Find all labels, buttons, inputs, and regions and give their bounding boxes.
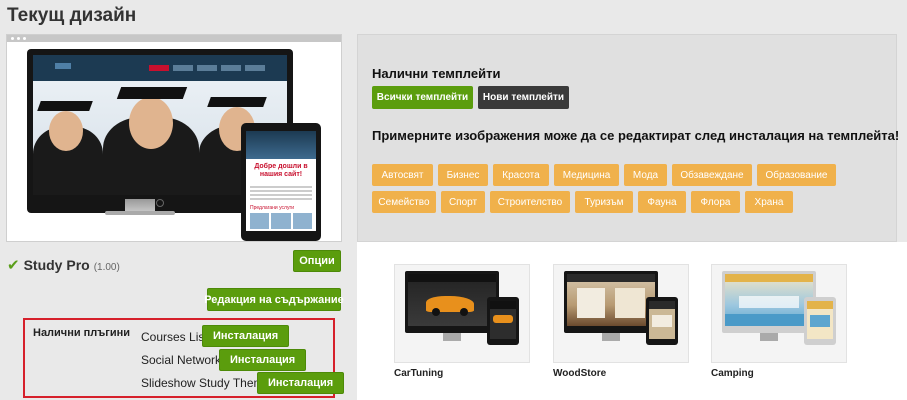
install-plugin-button[interactable]: Инсталация <box>202 325 290 347</box>
template-name[interactable]: CarTuning <box>394 368 443 379</box>
check-icon: ✔ <box>7 257 20 274</box>
design-title: Study Pro <box>23 257 90 273</box>
plugin-name: Slideshow Study Theme <box>141 376 271 390</box>
site-nav-bar <box>33 55 287 81</box>
template-name[interactable]: Camping <box>711 368 754 379</box>
options-button[interactable]: Опции <box>293 250 341 272</box>
template-name[interactable]: WoodStore <box>553 368 606 379</box>
preview-window-bar <box>7 35 341 42</box>
template-gallery: CarTuning WoodStore Camping <box>357 242 907 400</box>
new-templates-button[interactable]: Нови темплейти <box>478 86 569 109</box>
current-design-preview: Добре дошли в нашия сайт! Предлагани усл… <box>6 34 342 242</box>
plugin-name: Courses List <box>141 330 208 344</box>
category-tag[interactable]: Строителство <box>490 191 570 213</box>
category-tag[interactable]: Медицина <box>554 164 619 186</box>
power-icon <box>156 199 164 207</box>
tablet-mockup: Добре дошли в нашия сайт! Предлагани усл… <box>241 123 321 241</box>
category-tag[interactable]: Обзавеждане <box>672 164 752 186</box>
templates-note: Примерните изображения може да се редакт… <box>372 128 900 143</box>
page-title: Текущ дизайн <box>7 5 137 26</box>
available-plugins-box: Налични плъгини Courses List Инсталация … <box>23 318 345 398</box>
current-design-name: ✔ Study Pro (1.00) <box>7 256 120 274</box>
category-tag[interactable]: Красота <box>493 164 549 186</box>
category-tag[interactable]: Туризъм <box>575 191 633 213</box>
template-thumbnail-cartuning[interactable] <box>394 264 530 363</box>
category-tag[interactable]: Храна <box>745 191 793 213</box>
install-plugin-button[interactable]: Инсталация <box>257 372 345 394</box>
tablet-heading: Добре дошли в нашия сайт! <box>254 163 308 179</box>
plugins-label: Налични плъгини <box>33 327 131 339</box>
category-tag[interactable]: Флора <box>691 191 740 213</box>
plugin-name: Social Networks <box>141 353 228 367</box>
templates-heading: Налични темплейти <box>372 66 501 81</box>
category-tag[interactable]: Образование <box>757 164 836 186</box>
category-row-1: Автосвят Бизнес Красота Медицина Мода Об… <box>372 164 836 186</box>
category-tag[interactable]: Мода <box>624 164 667 186</box>
category-tag[interactable]: Фауна <box>638 191 686 213</box>
template-thumbnail-woodstore[interactable] <box>553 264 689 363</box>
category-tag[interactable]: Бизнес <box>438 164 488 186</box>
category-tag[interactable]: Автосвят <box>372 164 433 186</box>
tablet-subheading: Предлагани услуги <box>250 204 295 211</box>
edit-content-button[interactable]: Редакция на съдържание <box>204 288 344 311</box>
all-templates-button[interactable]: Всички темплейти <box>372 86 473 109</box>
category-tag[interactable]: Семейство <box>372 191 436 213</box>
template-thumbnail-camping[interactable] <box>711 264 847 363</box>
category-row-2: Семейство Спорт Строителство Туризъм Фау… <box>372 191 793 213</box>
design-version: (1.00) <box>93 262 120 273</box>
install-plugin-button[interactable]: Инсталация <box>219 349 307 371</box>
templates-panel: Налични темплейти Всички темплейти Нови … <box>357 34 900 242</box>
category-tag[interactable]: Спорт <box>441 191 485 213</box>
